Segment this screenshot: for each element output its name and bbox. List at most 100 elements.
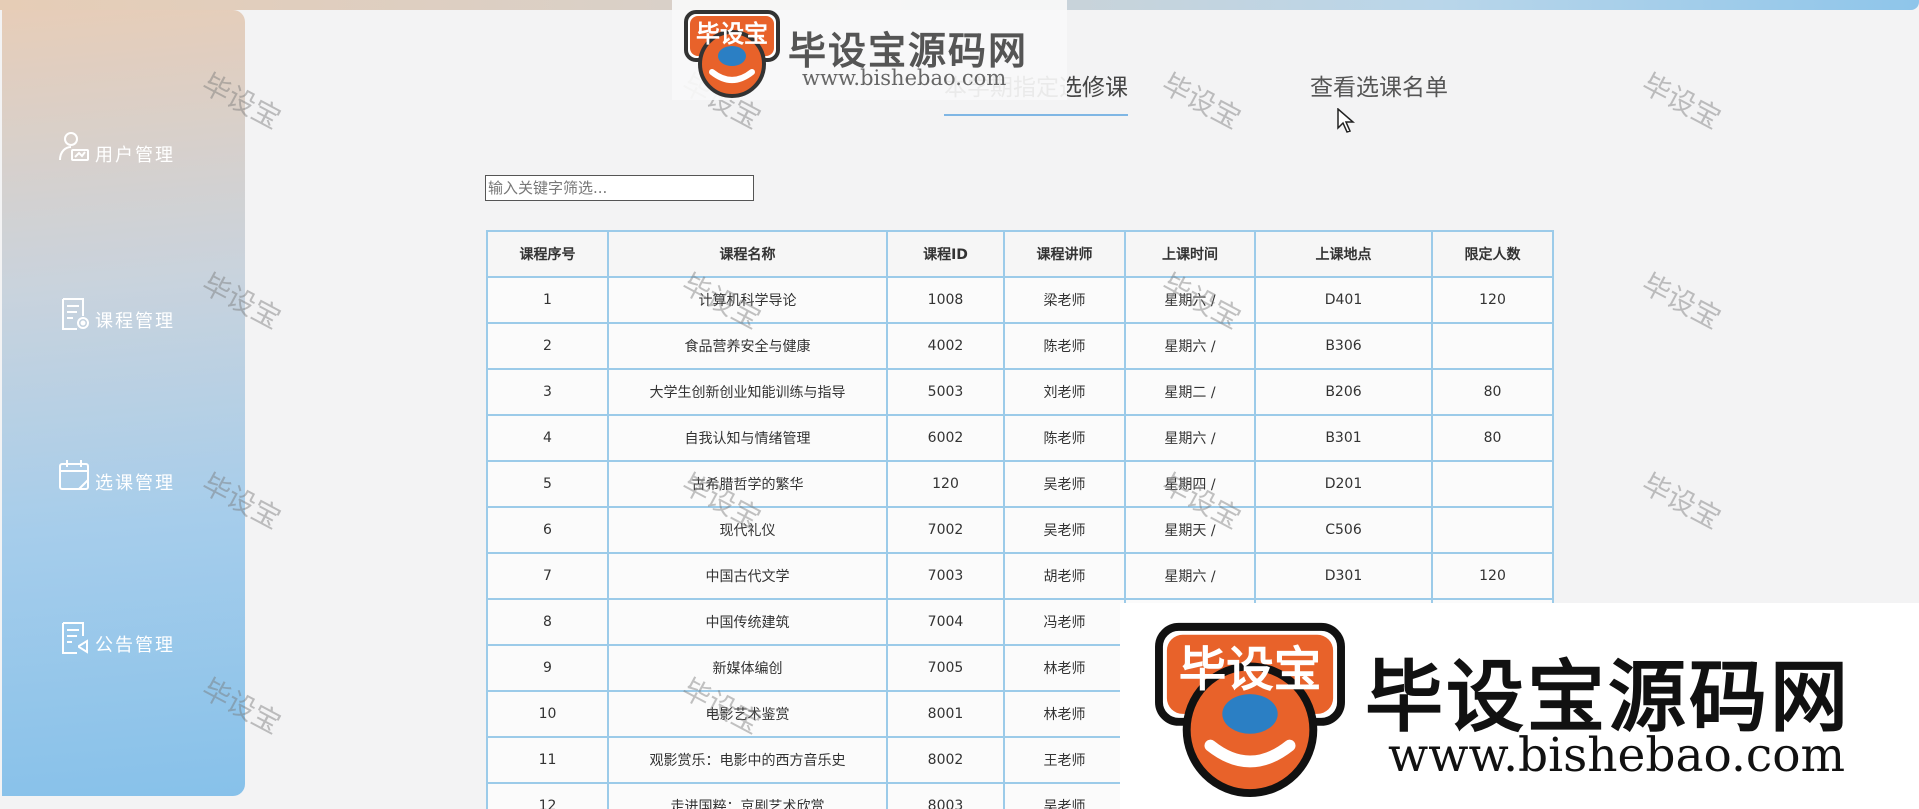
- table-row: 6 现代礼仪 7002 吴老师 星期天 / C506: [486, 506, 1554, 554]
- table-cell: D401: [1254, 276, 1433, 324]
- logo-mascot-icon: 毕设宝: [1155, 622, 1345, 798]
- sidebar-item-label: 公告管理: [95, 635, 175, 656]
- course-doc-icon: [62, 298, 89, 330]
- table-cell: 1008: [886, 276, 1005, 324]
- table-row: 3 大学生创新创业知能训练与指导 5003 刘老师 星期二 / B206 80: [486, 368, 1554, 416]
- table-cell: 10: [486, 690, 609, 738]
- table-cell: B306: [1254, 322, 1433, 370]
- table-cell: 8003: [886, 782, 1005, 809]
- sidebar-item-user-management[interactable]: 用户管理: [57, 130, 175, 166]
- column-header: 课程序号: [486, 230, 609, 278]
- table-cell: 9: [486, 644, 609, 692]
- column-header: 限定人数: [1431, 230, 1554, 278]
- table-cell: 120: [1431, 276, 1554, 324]
- sidebar-item-course-management[interactable]: 课程管理: [57, 296, 175, 332]
- notice-icon: [62, 622, 88, 654]
- table-cell: 8: [486, 598, 609, 646]
- table-cell: 自我认知与情绪管理: [607, 414, 888, 462]
- table-cell: 吴老师: [1003, 782, 1126, 809]
- table-cell: 现代礼仪: [607, 506, 888, 554]
- table-cell: 新媒体编创: [607, 644, 888, 692]
- table-cell: 电影艺术鉴赏: [607, 690, 888, 738]
- logo-url: www.bishebao.com: [802, 66, 1007, 90]
- sidebar-item-label: 课程管理: [95, 311, 175, 332]
- table-cell: 星期二 /: [1124, 368, 1256, 416]
- user-manage-icon: [59, 132, 89, 161]
- table-cell: 7003: [886, 552, 1005, 600]
- table-cell: 走进国粹：京剧艺术欣赏: [607, 782, 888, 809]
- table-cell: D201: [1254, 460, 1433, 508]
- table-cell: 刘老师: [1003, 368, 1126, 416]
- sidebar: 用户管理 课程管理 选课管理 公告管理: [2, 10, 245, 796]
- table-cell: 7005: [886, 644, 1005, 692]
- logo-url: www.bishebao.com: [1388, 728, 1846, 783]
- table-cell: 5003: [886, 368, 1005, 416]
- table-cell: 梁老师: [1003, 276, 1126, 324]
- sidebar-item-label: 选课管理: [95, 473, 175, 494]
- table-cell: [1431, 322, 1554, 370]
- mouse-cursor-icon: [1337, 108, 1355, 133]
- table-cell: [1431, 460, 1554, 508]
- table-row: 2 食品营养安全与健康 4002 陈老师 星期六 / B306: [486, 322, 1554, 370]
- table-cell: 观影赏乐：电影中的西方音乐史: [607, 736, 888, 784]
- table-cell: 12: [486, 782, 609, 809]
- sidebar-item-notice-management[interactable]: 公告管理: [57, 620, 175, 656]
- table-row: 7 中国古代文学 7003 胡老师 星期六 / D301 120: [486, 552, 1554, 600]
- table-cell: C506: [1254, 506, 1433, 554]
- column-header: 上课时间: [1124, 230, 1256, 278]
- calendar-icon: [59, 460, 89, 490]
- table-cell: 冯老师: [1003, 598, 1126, 646]
- table-cell: 11: [486, 736, 609, 784]
- table-cell: 120: [886, 460, 1005, 508]
- site-logo-watermark-small: 毕设宝 毕设宝源码网 www.bishebao.com: [672, 0, 1067, 100]
- table-cell: 7004: [886, 598, 1005, 646]
- table-row: 4 自我认知与情绪管理 6002 陈老师 星期六 / B301 80: [486, 414, 1554, 462]
- table-cell: 120: [1431, 552, 1554, 600]
- logo-mascot-icon: 毕设宝: [684, 10, 780, 98]
- table-cell: 星期六 /: [1124, 276, 1256, 324]
- watermark-text: 毕设宝: [1636, 467, 1727, 536]
- table-cell: 大学生创新创业知能训练与指导: [607, 368, 888, 416]
- column-header: 上课地点: [1254, 230, 1433, 278]
- table-cell: 林老师: [1003, 644, 1126, 692]
- table-cell: 7002: [886, 506, 1005, 554]
- watermark-text: 毕设宝: [1636, 67, 1727, 136]
- table-cell: 7: [486, 552, 609, 600]
- table-cell: 星期六 /: [1124, 414, 1256, 462]
- table-cell: 胡老师: [1003, 552, 1126, 600]
- table-cell: 星期六 /: [1124, 552, 1256, 600]
- table-cell: 食品营养安全与健康: [607, 322, 888, 370]
- table-row: 1 计算机科学导论 1008 梁老师 星期六 / D401 120: [486, 276, 1554, 324]
- table-cell: 4002: [886, 322, 1005, 370]
- column-header: 课程ID: [886, 230, 1005, 278]
- table-cell: 3: [486, 368, 609, 416]
- table-cell: 80: [1431, 414, 1554, 462]
- table-cell: 古希腊哲学的繁华: [607, 460, 888, 508]
- watermark-text: 毕设宝: [1156, 67, 1247, 136]
- table-cell: 8002: [886, 736, 1005, 784]
- table-cell: 80: [1431, 368, 1554, 416]
- keyword-filter-input[interactable]: [485, 175, 754, 201]
- table-cell: 6002: [886, 414, 1005, 462]
- table-cell: 2: [486, 322, 609, 370]
- logo-badge-text: 毕设宝: [696, 20, 768, 48]
- table-cell: 吴老师: [1003, 506, 1126, 554]
- table-cell: 4: [486, 414, 609, 462]
- watermark-text: 毕设宝: [1636, 267, 1727, 336]
- table-cell: 星期四 /: [1124, 460, 1256, 508]
- column-header: 课程讲师: [1003, 230, 1126, 278]
- sidebar-item-selection-management[interactable]: 选课管理: [57, 458, 175, 494]
- table-header-row: 课程序号 课程名称 课程ID 课程讲师 上课时间 上课地点 限定人数: [486, 230, 1554, 278]
- table-cell: 1: [486, 276, 609, 324]
- table-cell: 王老师: [1003, 736, 1126, 784]
- table-cell: 吴老师: [1003, 460, 1126, 508]
- table-cell: 陈老师: [1003, 322, 1126, 370]
- tab-selection-list[interactable]: 查看选课名单: [1310, 68, 1448, 114]
- table-cell: B301: [1254, 414, 1433, 462]
- table-cell: 林老师: [1003, 690, 1126, 738]
- sidebar-item-label: 用户管理: [95, 145, 175, 166]
- table-cell: 陈老师: [1003, 414, 1126, 462]
- table-cell: 计算机科学导论: [607, 276, 888, 324]
- table-cell: 星期天 /: [1124, 506, 1256, 554]
- table-cell: 中国传统建筑: [607, 598, 888, 646]
